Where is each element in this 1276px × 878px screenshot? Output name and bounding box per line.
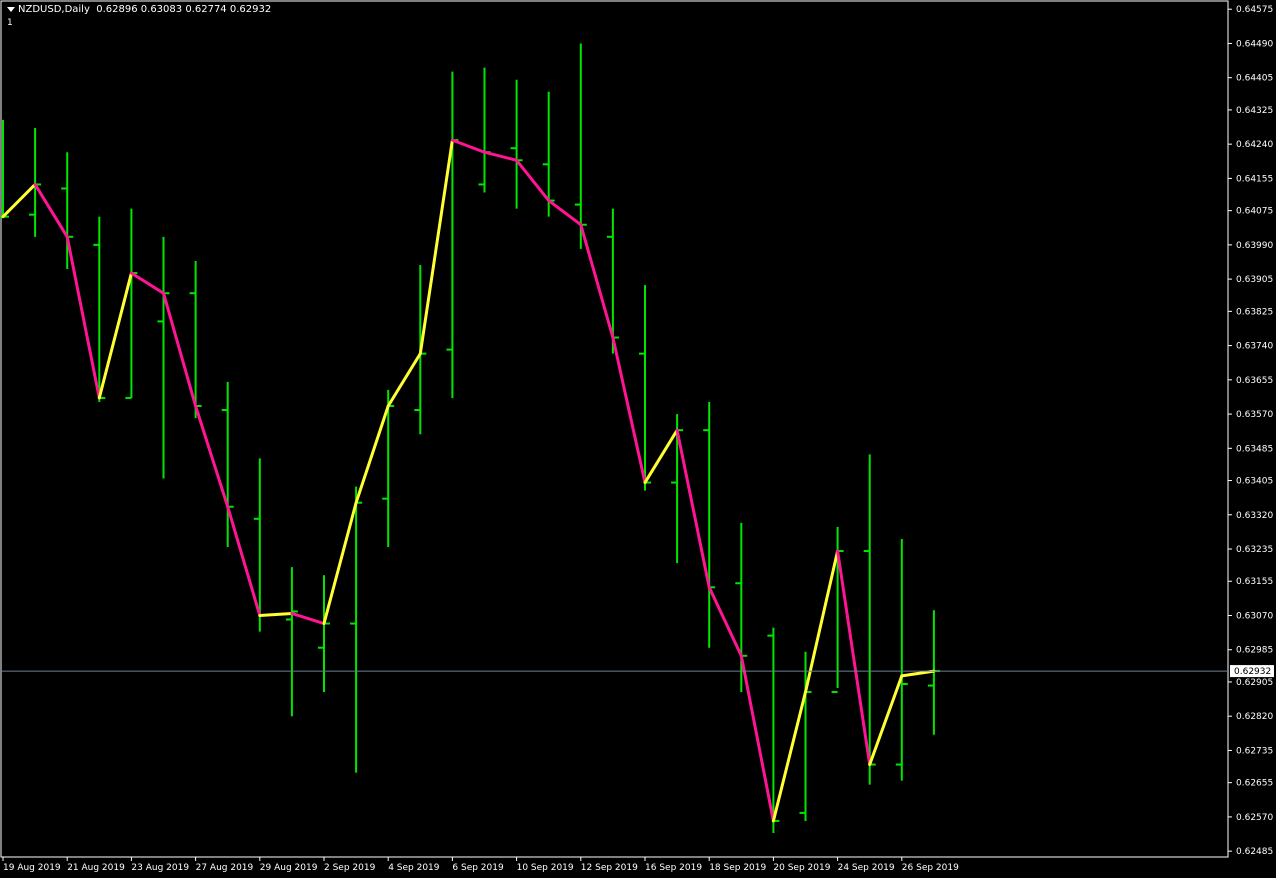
y-tick-label: 0.62570 <box>1236 813 1273 823</box>
zigzag-up-segment <box>322 501 358 626</box>
y-tick-label: 0.63070 <box>1236 611 1273 621</box>
ohlc-bar <box>478 67 491 193</box>
x-tick-label: 23 Aug 2019 <box>131 863 189 873</box>
ohlc-bar <box>318 575 330 693</box>
zigzag-down-segment <box>194 404 230 509</box>
y-tick-label: 0.63235 <box>1236 545 1273 555</box>
zigzag-up-segment <box>418 138 454 356</box>
time-axis: 19 Aug 2019 21 Aug 2019 23 Aug 2019 27 Aug … <box>2 857 959 873</box>
zigzag-down-segment <box>483 150 519 162</box>
x-tick-label: 18 Sep 2019 <box>709 863 766 873</box>
y-tick-label: 0.64405 <box>1236 74 1273 84</box>
y-tick-label: 0.64325 <box>1236 106 1273 116</box>
zigzag-up-segment <box>258 611 294 617</box>
x-tick-label: 6 Sep 2019 <box>452 863 504 873</box>
zigzag-up-segment <box>354 404 390 505</box>
zigzag-up-segment <box>771 690 807 823</box>
x-tick-label: 16 Sep 2019 <box>645 863 702 873</box>
ohlc-bar <box>382 389 395 548</box>
ohlc-bar <box>735 522 748 693</box>
y-tick-label: 0.64490 <box>1236 39 1273 49</box>
y-tick-label: 0.62485 <box>1236 847 1273 857</box>
y-tick-label: 0.62905 <box>1236 678 1273 688</box>
zigzag-down-segment <box>515 158 551 203</box>
price-chart[interactable]: 0.64575 0.64490 0.64405 0.64325 0.64240 0.641… <box>0 0 1276 878</box>
zigzag-up-segment <box>643 428 679 485</box>
x-tick-label: 20 Sep 2019 <box>773 863 830 873</box>
x-tick-label: 24 Sep 2019 <box>838 863 895 873</box>
zigzag-down-segment <box>707 585 743 658</box>
y-tick-label: 0.62820 <box>1236 712 1273 722</box>
ohlc-bar <box>29 128 42 237</box>
y-tick-label: 0.63655 <box>1236 376 1273 386</box>
zigzag-up-segment <box>868 674 904 767</box>
y-tick-label: 0.63485 <box>1236 444 1273 454</box>
y-tick-label: 0.64075 <box>1236 207 1273 217</box>
x-tick-label: 10 Sep 2019 <box>517 863 574 873</box>
y-tick-label: 0.62985 <box>1236 646 1273 656</box>
ohlc-bar <box>542 91 555 217</box>
x-tick-label: 27 Aug 2019 <box>196 863 254 873</box>
ohlc-bar <box>606 208 619 354</box>
x-tick-label: 12 Sep 2019 <box>581 863 638 873</box>
ohlc-bar <box>350 486 363 773</box>
y-tick-label: 0.63155 <box>1236 577 1273 587</box>
zigzag-indicator <box>1 138 936 823</box>
y-tick-label: 0.64240 <box>1236 140 1273 150</box>
zigzag-up-segment <box>900 669 936 678</box>
y-tick-label: 0.63990 <box>1236 241 1273 251</box>
x-tick-label: 2 Sep 2019 <box>324 863 376 873</box>
ohlc-bar <box>895 538 908 781</box>
y-tick-label: 0.62655 <box>1236 779 1273 789</box>
x-tick-label: 26 Sep 2019 <box>902 863 959 873</box>
zigzag-up-segment <box>386 352 422 408</box>
zigzag-up-segment <box>1 182 37 219</box>
zigzag-down-segment <box>836 549 872 767</box>
chart-frame <box>0 0 1229 858</box>
current-price-line: 0.62932 <box>1 665 1274 678</box>
ohlc-bar <box>157 236 170 479</box>
price-axis: 0.64575 0.64490 0.64405 0.64325 0.64240 0.641… <box>1228 5 1273 857</box>
zigzag-down-segment <box>226 505 262 617</box>
y-tick-label: 0.63825 <box>1236 307 1273 317</box>
x-tick-label: 4 Sep 2019 <box>388 863 440 873</box>
y-tick-label: 0.63570 <box>1236 410 1273 420</box>
zigzag-down-segment <box>450 138 486 154</box>
ohlc-bar <box>285 567 298 717</box>
x-tick-label: 19 Aug 2019 <box>3 863 61 873</box>
y-tick-label: 0.63320 <box>1236 511 1273 521</box>
ohlc-bar <box>703 401 716 648</box>
zigzag-down-segment <box>33 182 69 239</box>
x-tick-label: 29 Aug 2019 <box>260 863 318 873</box>
y-tick-label: 0.64155 <box>1236 174 1273 184</box>
ohlc-bar <box>574 43 587 249</box>
ohlc-bar <box>446 71 459 398</box>
y-tick-label: 0.63905 <box>1236 275 1273 285</box>
y-tick-label: 0.63740 <box>1236 342 1273 352</box>
y-tick-label: 0.64575 <box>1236 5 1273 15</box>
zigzag-up-segment <box>97 271 133 400</box>
ohlc-bar <box>510 79 523 209</box>
zigzag-down-segment <box>65 235 101 400</box>
zigzag-down-segment <box>675 428 711 589</box>
y-tick-label: 0.63405 <box>1236 477 1273 487</box>
zigzag-down-segment <box>739 654 775 823</box>
x-tick-label: 21 Aug 2019 <box>67 863 125 873</box>
zigzag-down-segment <box>129 271 165 295</box>
zigzag-down-segment <box>611 336 647 485</box>
ohlc-bar <box>125 208 138 399</box>
y-tick-label: 0.62735 <box>1236 746 1273 756</box>
zigzag-down-segment <box>290 611 326 626</box>
zigzag-down-segment <box>162 291 198 408</box>
price-label: 0.62932 <box>1234 667 1271 677</box>
zigzag-down-segment <box>579 223 615 340</box>
